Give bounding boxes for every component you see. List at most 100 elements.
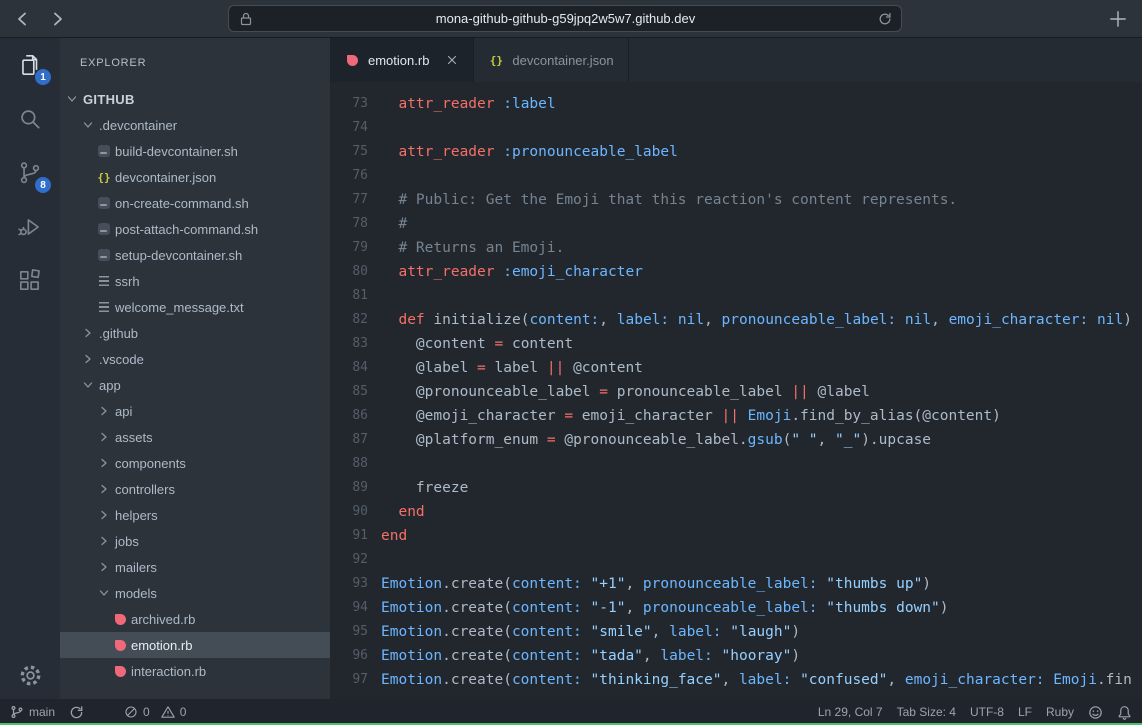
activity-extensions[interactable] (0, 254, 60, 308)
code-line-87[interactable]: 87 @platform_enum = @pronounceable_label… (330, 428, 1142, 452)
tree-item-devcontainer[interactable]: .devcontainer (60, 112, 330, 138)
search-icon (17, 106, 43, 132)
tree-item-on-create-command-sh[interactable]: on-create-command.sh (60, 190, 330, 216)
code-line-83[interactable]: 83 @content = content (330, 332, 1142, 356)
close-tab-icon[interactable] (445, 53, 459, 67)
code-line-91[interactable]: 91end (330, 524, 1142, 548)
tree-item-controllers[interactable]: controllers (60, 476, 330, 502)
tree-item-build-devcontainer-sh[interactable]: build-devcontainer.sh (60, 138, 330, 164)
cursor-position[interactable]: Ln 29, Col 7 (818, 705, 883, 719)
text-file-icon (96, 273, 112, 289)
tree-item-api[interactable]: api (60, 398, 330, 424)
code-text: Emotion.create(content: "tada", label: "… (381, 644, 800, 668)
code-line-95[interactable]: 95Emotion.create(content: "smile", label… (330, 620, 1142, 644)
activity-run-debug[interactable] (0, 200, 60, 254)
branch-name: main (29, 705, 55, 719)
tab-label: devcontainer.json (512, 53, 613, 68)
code-line-88[interactable]: 88 (330, 452, 1142, 476)
code-text: @emoji_character = emoji_character || Em… (381, 404, 1001, 428)
bell-icon (1117, 705, 1132, 720)
chevron-right-icon (80, 351, 96, 367)
branch-icon (10, 705, 24, 719)
tree-item-label: controllers (115, 482, 175, 497)
tab-devcontainer-json[interactable]: devcontainer.json (474, 38, 628, 82)
tree-item-ssrh[interactable]: ssrh (60, 268, 330, 294)
back-button[interactable] (12, 8, 34, 30)
tab-emotion-rb[interactable]: emotion.rb (330, 38, 474, 82)
tree-item-label: post-attach-command.sh (115, 222, 258, 237)
tree-item-post-attach-command-sh[interactable]: post-attach-command.sh (60, 216, 330, 242)
tab-size[interactable]: Tab Size: 4 (897, 705, 956, 719)
tree-item-label: setup-devcontainer.sh (115, 248, 242, 263)
problems-indicator[interactable]: 0 0 (124, 705, 186, 719)
status-left: main 0 0 (10, 705, 186, 720)
tree-item-app[interactable]: app (60, 372, 330, 398)
refresh-icon[interactable] (877, 11, 893, 27)
code-line-78[interactable]: 78 # (330, 212, 1142, 236)
code-line-81[interactable]: 81 (330, 284, 1142, 308)
eol-type[interactable]: LF (1018, 705, 1032, 719)
code-line-77[interactable]: 77 # Public: Get the Emoji that this rea… (330, 188, 1142, 212)
forward-button[interactable] (46, 8, 68, 30)
code-line-75[interactable]: 75 attr_reader :pronounceable_label (330, 140, 1142, 164)
tree-item-interaction-rb[interactable]: interaction.rb (60, 658, 330, 684)
code-line-84[interactable]: 84 @label = label || @content (330, 356, 1142, 380)
code-line-89[interactable]: 89 freeze (330, 476, 1142, 500)
code-line-85[interactable]: 85 @pronounceable_label = pronounceable_… (330, 380, 1142, 404)
tree-item-setup-devcontainer-sh[interactable]: setup-devcontainer.sh (60, 242, 330, 268)
code-line-97[interactable]: 97Emotion.create(content: "thinking_face… (330, 668, 1142, 692)
tree-item-archived-rb[interactable]: archived.rb (60, 606, 330, 632)
branch-indicator[interactable]: main (10, 705, 55, 719)
code-line-76[interactable]: 76 (330, 164, 1142, 188)
code-line-74[interactable]: 74 (330, 116, 1142, 140)
tree-item-models[interactable]: models (60, 580, 330, 606)
code-text: end (381, 500, 425, 524)
encoding[interactable]: UTF-8 (970, 705, 1004, 719)
tree-item-welcome-message-txt[interactable]: welcome_message.txt (60, 294, 330, 320)
activity-explorer[interactable]: 1 (0, 38, 60, 92)
chevron-right-icon (47, 9, 67, 29)
tree-item-helpers[interactable]: helpers (60, 502, 330, 528)
code-line-86[interactable]: 86 @emoji_character = emoji_character ||… (330, 404, 1142, 428)
tree-item-label: devcontainer.json (115, 170, 216, 185)
tree-item-components[interactable]: components (60, 450, 330, 476)
tree-item-github[interactable]: .github (60, 320, 330, 346)
code-line-90[interactable]: 90 end (330, 500, 1142, 524)
code-text: @platform_enum = @pronounceable_label.gs… (381, 428, 931, 452)
code-line-92[interactable]: 92 (330, 548, 1142, 572)
chevron-down-icon (80, 117, 96, 133)
feedback-button[interactable] (1088, 705, 1103, 720)
code-line-73[interactable]: 73 attr_reader :label (330, 92, 1142, 116)
chevron-left-icon (13, 9, 33, 29)
tree-item-github[interactable]: GITHUB (60, 86, 330, 112)
tree-item-label: on-create-command.sh (115, 196, 249, 211)
language-mode[interactable]: Ruby (1046, 705, 1074, 719)
tree-item-mailers[interactable]: mailers (60, 554, 330, 580)
activity-search[interactable] (0, 92, 60, 146)
address-bar[interactable]: mona-github-github-g59jpq2w5w7.github.de… (228, 5, 902, 32)
new-tab-button[interactable] (1107, 8, 1129, 30)
code-text: attr_reader :pronounceable_label (381, 140, 678, 164)
chevron-down-icon (80, 377, 96, 393)
activity-source-control[interactable]: 8 (0, 146, 60, 200)
code-editor[interactable]: 73 attr_reader :label7475 attr_reader :p… (330, 82, 1142, 699)
tree-item-vscode[interactable]: .vscode (60, 346, 330, 372)
tab-label: emotion.rb (368, 53, 429, 68)
tree-item-jobs[interactable]: jobs (60, 528, 330, 554)
code-line-80[interactable]: 80 attr_reader :emoji_character (330, 260, 1142, 284)
tree-item-devcontainer-json[interactable]: devcontainer.json (60, 164, 330, 190)
tree-item-emotion-rb[interactable]: emotion.rb (60, 632, 330, 658)
code-line-79[interactable]: 79 # Returns an Emoji. (330, 236, 1142, 260)
smiley-icon (1088, 705, 1103, 720)
sync-button[interactable] (69, 705, 84, 720)
code-line-82[interactable]: 82 def initialize(content:, label: nil, … (330, 308, 1142, 332)
notifications-button[interactable] (1117, 705, 1132, 720)
settings-button[interactable] (0, 662, 60, 689)
code-text: @pronounceable_label = pronounceable_lab… (381, 380, 870, 404)
code-text: attr_reader :label (381, 92, 556, 116)
code-line-94[interactable]: 94Emotion.create(content: "-1", pronounc… (330, 596, 1142, 620)
line-number: 80 (330, 260, 368, 284)
code-line-93[interactable]: 93Emotion.create(content: "+1", pronounc… (330, 572, 1142, 596)
tree-item-assets[interactable]: assets (60, 424, 330, 450)
code-line-96[interactable]: 96Emotion.create(content: "tada", label:… (330, 644, 1142, 668)
